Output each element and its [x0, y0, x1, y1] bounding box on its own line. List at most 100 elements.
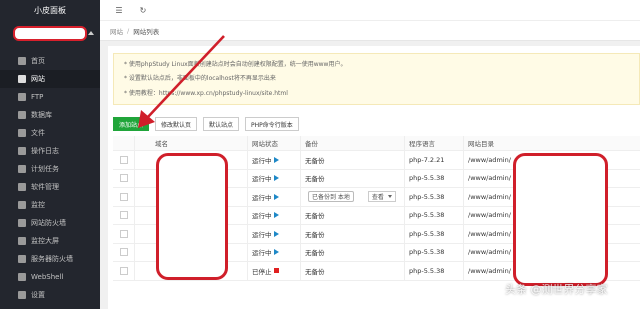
row-checkbox[interactable] — [119, 155, 128, 164]
firewall-icon — [18, 219, 26, 227]
php-version[interactable]: php-7.2.21 — [409, 156, 444, 164]
column-header-status[interactable]: 网站状态 — [248, 136, 301, 150]
site-directory[interactable]: /www/admin/ — [468, 230, 511, 238]
sidebar-item-label: 网站 — [31, 75, 45, 83]
sidebar-item-website[interactable]: 网站 — [0, 70, 100, 88]
running-icon[interactable] — [273, 193, 279, 200]
sidebar-item-label: 服务器防火墙 — [31, 255, 73, 263]
view-label: 查看 — [371, 194, 384, 202]
monitor-icon — [18, 201, 26, 209]
sidebar-item-cron[interactable]: 计划任务 — [0, 160, 100, 178]
site-directory[interactable]: /www/admin/ — [468, 248, 511, 256]
view-backup-select[interactable]: 查看 — [367, 191, 396, 203]
sidebar-item-waf[interactable]: 网站防火墙 — [0, 214, 100, 232]
site-toolbar: 添加站点 修改默认页 默认站点 PHP命令行版本 — [113, 117, 299, 131]
backup-cell: 无备份 — [301, 243, 405, 261]
php-cell: php-7.2.21 — [405, 151, 464, 169]
site-directory[interactable]: /www/admin/ — [468, 267, 511, 275]
backup-status[interactable]: 无备份 — [305, 155, 325, 165]
column-header-directory[interactable]: 网站目录 — [464, 138, 640, 148]
notice-box: * 使用phpStudy Linux面板创建站点时会自动创建权限配置，统一使用w… — [113, 53, 640, 105]
backup-status[interactable]: 无备份 — [305, 247, 325, 257]
site-directory[interactable]: /www/admin/ — [468, 211, 511, 219]
stopped-icon[interactable] — [273, 268, 279, 274]
menu-toggle-icon[interactable]: ☰ — [112, 3, 126, 17]
backup-status[interactable]: 无备份 — [305, 173, 325, 183]
row-select-cell — [113, 206, 135, 224]
sidebar-item-files[interactable]: 文件 — [0, 124, 100, 142]
table-header-row: 域名 网站状态 备份 程序语言 网站目录 — [113, 136, 640, 151]
php-version[interactable]: php-5.5.38 — [409, 248, 444, 256]
site-directory[interactable]: /www/admin/ — [468, 193, 511, 201]
notice-line: * 使用phpStudy Linux面板创建站点时会自动创建权限配置，统一使用w… — [124, 61, 347, 68]
sidebar-item-label: 首页 — [31, 57, 45, 65]
backup-status[interactable]: 无备份 — [305, 229, 325, 239]
sidebar-item-label: 软件管理 — [31, 183, 59, 191]
sidebar-item-ftp[interactable]: FTP — [0, 88, 100, 106]
status-cell: 已停止 — [248, 262, 301, 280]
status-text: 运行中 — [252, 156, 272, 165]
status-text: 运行中 — [252, 175, 272, 184]
user-avatar-redacted[interactable] — [13, 26, 87, 41]
row-checkbox[interactable] — [119, 266, 128, 275]
sidebar-item-software[interactable]: 软件管理 — [0, 178, 100, 196]
refresh-icon[interactable]: ↻ — [136, 3, 150, 17]
column-header-domain[interactable]: 域名 — [135, 136, 248, 150]
default-site-button[interactable]: 默认站点 — [203, 117, 240, 131]
sidebar-item-label: FTP — [31, 93, 44, 101]
php-cell: php-5.5.38 — [405, 243, 464, 261]
backup-cell: 无备份 — [301, 169, 405, 187]
row-checkbox[interactable] — [119, 174, 128, 183]
php-version[interactable]: php-5.5.38 — [409, 193, 444, 201]
caret-up-icon[interactable] — [88, 31, 94, 35]
clock-icon — [18, 165, 26, 173]
php-cell: php-5.5.38 — [405, 225, 464, 243]
sidebar-item-monitor[interactable]: 监控 — [0, 196, 100, 214]
php-version[interactable]: php-5.5.38 — [409, 267, 444, 275]
sidebar-item-label: 操作日志 — [31, 147, 59, 155]
row-checkbox[interactable] — [119, 211, 128, 220]
site-directory[interactable]: /www/admin/ — [468, 174, 511, 182]
backup-cell: 无备份 — [301, 151, 405, 169]
running-icon[interactable] — [273, 212, 279, 219]
select-all-cell — [113, 136, 135, 150]
column-header-php[interactable]: 程序语言 — [405, 136, 464, 150]
row-checkbox[interactable] — [119, 248, 128, 257]
status-cell: 运行中 — [248, 151, 301, 169]
status-cell: 运行中 — [248, 169, 301, 187]
php-version[interactable]: php-5.5.38 — [409, 230, 444, 238]
terminal-icon — [18, 273, 26, 281]
breadcrumb-root[interactable]: 网站 — [110, 26, 123, 36]
running-icon[interactable] — [273, 249, 279, 256]
sidebar-item-label: 数据库 — [31, 111, 52, 119]
modify-default-page-button[interactable]: 修改默认页 — [155, 117, 198, 131]
backup-cell: 无备份 — [301, 206, 405, 224]
php-version[interactable]: php-5.5.38 — [409, 211, 444, 219]
running-icon[interactable] — [273, 175, 279, 182]
chevron-down-icon — [387, 195, 392, 199]
row-checkbox[interactable] — [119, 229, 128, 238]
database-icon — [18, 111, 26, 119]
sidebar-item-settings[interactable]: 设置 — [0, 286, 100, 304]
sidebar-item-webshell[interactable]: WebShell — [0, 268, 100, 286]
sidebar-item-logs[interactable]: 操作日志 — [0, 142, 100, 160]
sidebar-item-dashboard-screen[interactable]: 监控大屏 — [0, 232, 100, 250]
backup-status[interactable]: 无备份 — [305, 266, 325, 276]
running-icon[interactable] — [273, 156, 279, 163]
sidebar-item-label: 文件 — [31, 129, 45, 137]
sidebar-item-label: 设置 — [31, 291, 45, 299]
sidebar-item-database[interactable]: 数据库 — [0, 106, 100, 124]
sidebar-item-home[interactable]: 首页 — [0, 52, 100, 70]
sidebar-item-server-firewall[interactable]: 服务器防火墙 — [0, 250, 100, 268]
server-firewall-icon — [18, 255, 26, 263]
row-checkbox[interactable] — [119, 192, 128, 201]
php-version[interactable]: php-5.5.38 — [409, 174, 444, 182]
column-header-backup[interactable]: 备份 — [301, 136, 405, 150]
add-site-button[interactable]: 添加站点 — [113, 117, 150, 131]
backup-status[interactable]: 无备份 — [305, 210, 325, 220]
running-icon[interactable] — [273, 230, 279, 237]
site-directory[interactable]: /www/admin/ — [468, 156, 511, 164]
php-cell: php-5.5.38 — [405, 169, 464, 187]
php-cli-version-button[interactable]: PHP命令行版本 — [245, 117, 299, 131]
sidebar-item-label: 网站防火墙 — [31, 219, 66, 227]
